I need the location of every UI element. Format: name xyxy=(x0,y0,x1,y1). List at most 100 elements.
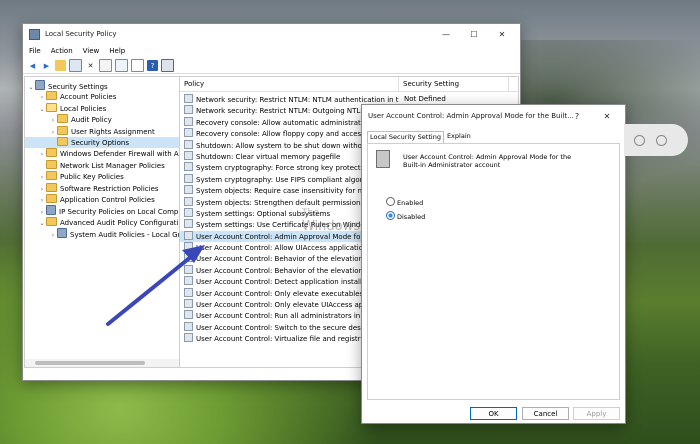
menu-action[interactable]: Action xyxy=(51,47,73,55)
maximize-button[interactable]: ☐ xyxy=(460,24,488,44)
policy-name: System cryptography: Force strong key pr… xyxy=(196,164,372,173)
policy-icon xyxy=(184,196,193,206)
policy-name: System cryptography: Use FIPS compliant … xyxy=(196,175,383,184)
back-arrow-icon[interactable]: ◀ xyxy=(27,60,38,71)
tree-item[interactable]: › Application Control Policies xyxy=(25,193,179,205)
tree-item[interactable]: › Windows Defender Firewall with Adva xyxy=(25,148,179,159)
enabled-radio[interactable] xyxy=(386,197,395,206)
console-icon[interactable] xyxy=(161,59,174,72)
policy-icon xyxy=(184,264,193,274)
policy-name: Network security: Restrict NTLM: NTLM au… xyxy=(196,96,399,104)
policy-icon xyxy=(184,207,193,217)
policy-icon xyxy=(184,116,193,126)
up-folder-icon[interactable] xyxy=(55,60,66,71)
help-icon[interactable]: ? xyxy=(147,60,158,71)
tree-item-label: IP Security Policies on Local Compute xyxy=(59,208,180,217)
policy-name: User Account Control: Switch to the secu… xyxy=(196,323,377,332)
tree-item-label: Windows Defender Firewall with Adva xyxy=(60,150,180,159)
policy-icon xyxy=(184,173,193,183)
dialog-title: User Account Control: Admin Approval Mod… xyxy=(368,112,574,120)
policy-icon xyxy=(184,105,193,115)
folder-icon xyxy=(46,216,57,226)
folder-icon xyxy=(46,182,57,192)
delete-icon[interactable]: ✕ xyxy=(85,60,96,71)
tree-item-label: Application Control Policies xyxy=(60,195,155,204)
dialog-help-button[interactable]: ? xyxy=(563,105,591,127)
tree-pane: ⌄ Security Settings › Account Policies ⌄ Loca… xyxy=(24,76,180,368)
tree-item-label: Local Policies xyxy=(60,104,107,113)
policy-name: User Account Control: Detect application… xyxy=(196,278,384,287)
tree-item-label: Advanced Audit Policy Configuration xyxy=(60,218,180,227)
policy-icon xyxy=(184,310,193,320)
disabled-radio[interactable] xyxy=(386,211,395,220)
properties-dialog: User Account Control: Admin Approval Mod… xyxy=(361,104,626,424)
folder-icon xyxy=(57,136,68,146)
column-header-policy[interactable]: Policy xyxy=(180,77,399,91)
policy-computer-icon xyxy=(376,150,390,168)
tree-item[interactable]: Network List Manager Policies xyxy=(25,159,179,171)
forward-arrow-icon[interactable]: ▶ xyxy=(41,60,52,71)
tree-item[interactable]: › System Audit Policies - Local Grou xyxy=(25,228,179,239)
app-icon xyxy=(29,28,40,40)
tree-item[interactable]: ⌄ Security Settings xyxy=(25,80,179,91)
tree-item[interactable]: › User Rights Assignment xyxy=(25,125,179,137)
export-list-icon[interactable] xyxy=(131,59,144,72)
disabled-label: Disabled xyxy=(397,213,426,221)
chevron-right-icon[interactable]: › xyxy=(49,230,57,241)
tree-item-label: User Rights Assignment xyxy=(71,127,155,136)
tree-item[interactable]: › IP Security Policies on Local Compute xyxy=(25,205,179,216)
tree-item[interactable]: › Public Key Policies xyxy=(25,171,179,182)
folder-icon xyxy=(46,91,57,101)
tree-item[interactable]: ⌄ Advanced Audit Policy Configuration xyxy=(25,216,180,228)
show-hide-tree-icon[interactable] xyxy=(69,59,82,72)
tree-horizontal-scrollbar[interactable] xyxy=(25,359,179,367)
dialog-policy-name: User Account Control: Admin Approval Mod… xyxy=(403,153,572,169)
tree-item[interactable]: › Account Policies xyxy=(25,91,179,102)
properties-icon[interactable] xyxy=(99,59,112,72)
tree-scroll-thumb[interactable] xyxy=(35,361,145,365)
gear-icon xyxy=(57,228,67,239)
enabled-label: Enabled xyxy=(397,199,424,207)
cancel-button[interactable]: Cancel xyxy=(522,407,569,420)
menu-view[interactable]: View xyxy=(83,47,100,55)
policy-icon xyxy=(184,94,193,103)
policy-icon xyxy=(184,299,193,309)
policy-icon xyxy=(184,162,193,172)
folder-icon xyxy=(46,148,57,158)
tab-local-security-setting[interactable]: Local Security Setting xyxy=(367,131,444,143)
menu-bar: File Action View Help xyxy=(23,44,520,58)
policy-name: User Account Control: Virtualize file an… xyxy=(196,335,385,344)
folder-icon xyxy=(46,159,57,169)
policy-icon xyxy=(184,287,193,297)
column-header-security-setting[interactable]: Security Setting xyxy=(399,77,509,91)
dialog-tabs: Local Security Setting Explain xyxy=(367,131,474,143)
policy-icon xyxy=(184,219,193,229)
menu-help[interactable]: Help xyxy=(109,47,125,55)
close-button[interactable]: ✕ xyxy=(488,24,516,44)
tree-item-label: Network List Manager Policies xyxy=(60,161,165,170)
ok-button[interactable]: OK xyxy=(470,407,517,420)
tree-item-label: Security Settings xyxy=(48,83,108,91)
background-search-box xyxy=(624,124,688,156)
folder-icon xyxy=(46,171,57,181)
policy-icon xyxy=(184,253,193,263)
apply-button[interactable]: Apply xyxy=(573,407,620,420)
refresh-icon[interactable] xyxy=(115,59,128,72)
tree-item-label: Account Policies xyxy=(60,93,117,102)
tree-item[interactable]: Security Options xyxy=(25,136,179,149)
option-enabled[interactable]: Enabled xyxy=(386,197,423,207)
dialog-close-button[interactable]: ✕ xyxy=(593,105,621,127)
minimize-button[interactable]: — xyxy=(432,24,460,44)
tree-item[interactable]: ⌄ Local Policies xyxy=(25,102,179,114)
gear-icon xyxy=(35,80,45,90)
option-disabled[interactable]: Disabled xyxy=(386,211,425,221)
gear-icon xyxy=(46,205,56,216)
policy-name: User Account Control: Run all administra… xyxy=(196,312,385,321)
policy-icon xyxy=(184,150,193,160)
tree-item[interactable]: › Software Restriction Policies xyxy=(25,182,179,194)
dialog-titlebar: User Account Control: Admin Approval Mod… xyxy=(362,105,625,127)
tab-explain[interactable]: Explain xyxy=(444,131,474,143)
tree-item[interactable]: › Audit Policy xyxy=(25,114,179,125)
tree-item-label: Audit Policy xyxy=(71,116,112,125)
menu-file[interactable]: File xyxy=(29,47,41,55)
